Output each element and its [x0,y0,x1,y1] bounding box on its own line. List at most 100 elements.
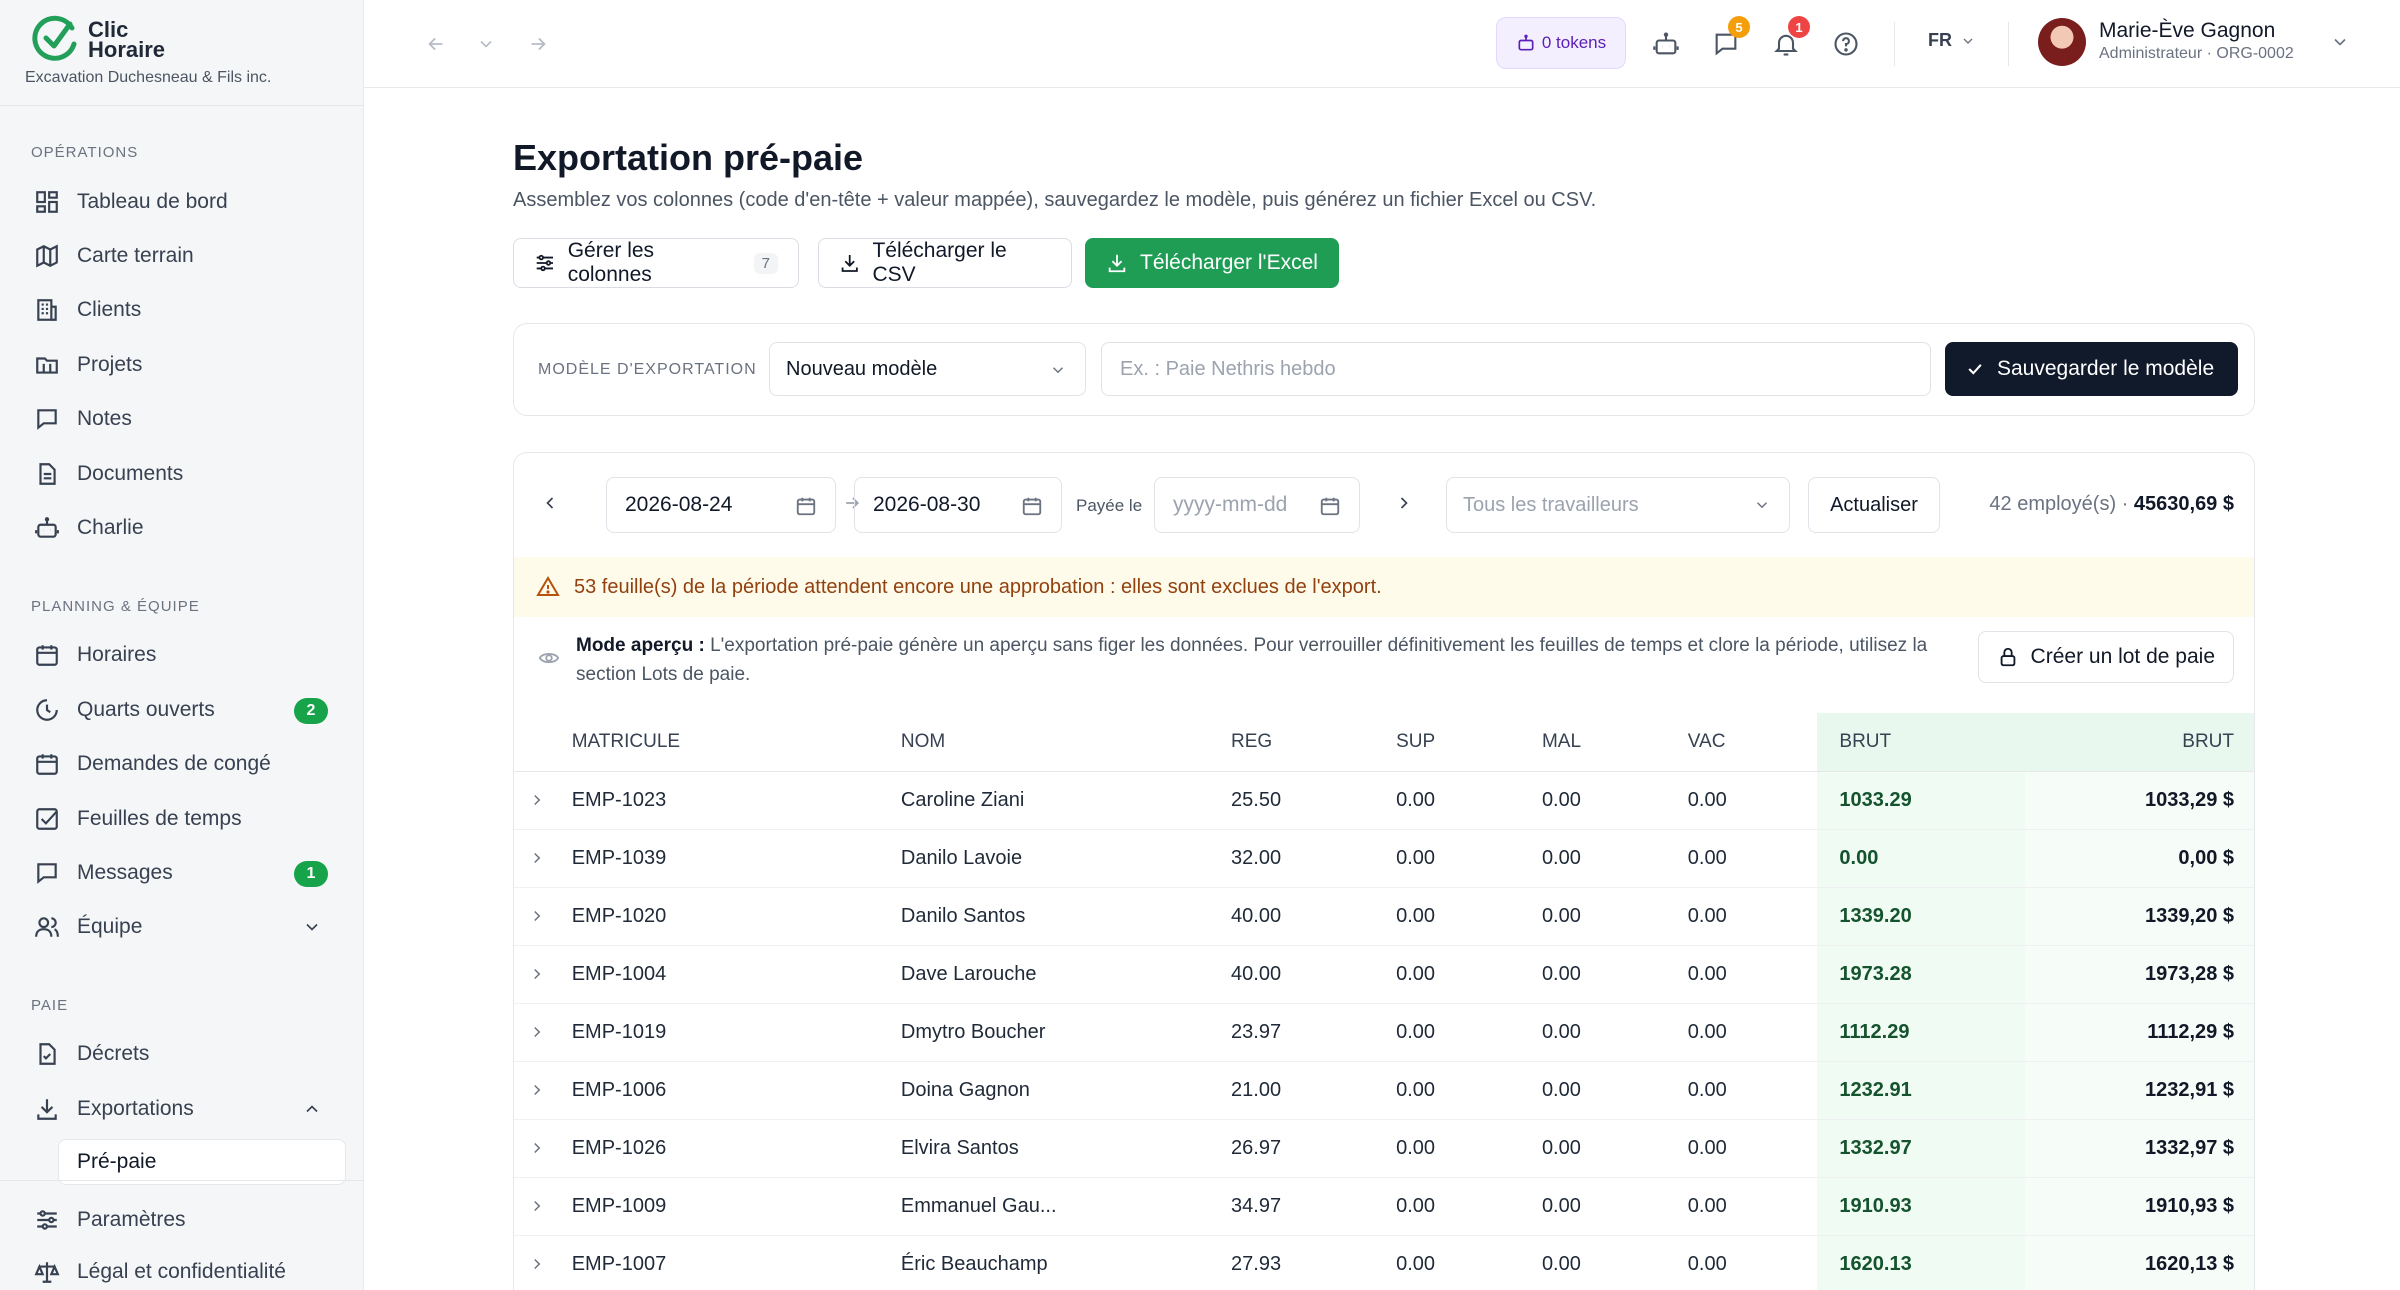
sidebar-item-charlie[interactable]: Charlie [24,505,340,551]
expand-row-button[interactable] [514,945,572,1004]
create-pay-batch-label: Créer un lot de paie [2030,645,2215,668]
calendar-icon [796,497,816,516]
sidebar-item-open-shifts[interactable]: Quarts ouverts 2 [24,687,340,733]
message-icon [32,858,62,888]
table-row[interactable]: EMP-1004 Dave Larouche 40.00 0.00 0.00 0.00 19… [514,945,2254,1004]
end-date-input[interactable]: 2026-08-30 [854,477,1062,533]
sidebar-item-settings[interactable]: Paramètres [24,1197,340,1243]
avatar[interactable] [2038,18,2086,66]
chevron-right-icon [534,1200,541,1212]
sidebar-item-legal[interactable]: Légal et confidentialité [24,1249,340,1290]
download-csv-button[interactable]: Télécharger le CSV [818,238,1072,288]
sidebar-item-notes[interactable]: Notes [24,396,340,442]
header-mal[interactable]: MAL [1541,713,1688,772]
expand-row-button[interactable] [514,887,572,946]
sidebar-item-map[interactable]: Carte terrain [24,233,340,279]
download-excel-button[interactable]: Télécharger l'Excel [1085,238,1339,288]
sidebar-item-team[interactable]: Équipe [24,904,340,950]
dashboard-icon [32,187,62,217]
paid-date-input[interactable]: yyyy-mm-dd [1154,477,1360,533]
notifications-button[interactable]: 1 [1766,16,1810,64]
header-vac[interactable]: VAC [1687,713,1818,772]
header-brut-total[interactable]: BRUT [2025,713,2254,772]
help-button[interactable] [1826,24,1866,64]
header-sup[interactable]: SUP [1396,713,1542,772]
chevron-right-icon [534,968,541,980]
next-period-button[interactable] [1394,493,1414,513]
sidebar-item-messages[interactable]: Messages 1 [24,850,340,896]
note-icon [32,404,62,434]
expand-row-button[interactable] [514,1003,572,1062]
gross-amount-cell: 1332,97 $ [2025,1119,2254,1178]
table-row[interactable]: EMP-1007 Éric Beauchamp 27.93 0.00 0.00 0.00 1… [514,1235,2254,1290]
back-button[interactable] [416,24,456,64]
assistant-button[interactable] [1646,24,1686,64]
template-select[interactable]: Nouveau modèle [769,342,1086,396]
topbar: 0 tokens 5 1 FR Marie-Ève Gagnon Adminis… [364,0,2400,88]
header-brut[interactable]: BRUT [1817,713,2025,772]
table-row[interactable]: EMP-1020 Danilo Santos 40.00 0.00 0.00 0.00 13… [514,887,2254,946]
employee-count: 42 employé(s) [1989,493,2117,515]
header-reg[interactable]: REG [1231,713,1397,772]
download-icon [1108,254,1126,273]
vac-cell: 0.00 [1687,771,1818,830]
table-row[interactable]: EMP-1026 Elvira Santos 26.97 0.00 0.00 0.00 13… [514,1119,2254,1178]
sidebar-subitem-pre-paie[interactable]: Pré-paie [58,1139,346,1185]
mal-cell: 0.00 [1541,771,1688,830]
create-pay-batch-button[interactable]: Créer un lot de paie [1977,631,2234,683]
user-name[interactable]: Marie-Ève Gagnon [2099,19,2275,43]
sup-cell: 0.00 [1396,1003,1542,1062]
sidebar-item-leave-requests[interactable]: Demandes de congé [24,741,340,787]
table-row[interactable]: EMP-1023 Caroline Ziani 25.50 0.00 0.00 0.00 1… [514,771,2254,830]
tokens-button[interactable]: 0 tokens [1496,17,1626,69]
table-row[interactable]: EMP-1006 Doina Gagnon 21.00 0.00 0.00 0.00 123… [514,1061,2254,1120]
sidebar-item-schedules[interactable]: Horaires [24,632,340,678]
prev-period-button[interactable] [540,493,560,513]
expand-row-button[interactable] [514,1061,572,1120]
table-row[interactable]: EMP-1019 Dmytro Boucher 23.97 0.00 0.00 0.00 1… [514,1003,2254,1062]
mal-cell: 0.00 [1541,1119,1688,1178]
chevron-down-icon[interactable] [2330,32,2350,52]
approval-warning-text: 53 feuille(s) de la période attendent en… [574,575,1382,598]
sidebar-item-documents[interactable]: Documents [24,451,340,497]
forward-button[interactable] [518,24,558,64]
gross-total: 45630,69 $ [2133,493,2234,515]
expand-row-button[interactable] [514,1235,572,1290]
sidebar-item-dashboard[interactable]: Tableau de bord [24,179,340,225]
refresh-button[interactable]: Actualiser [1808,477,1940,533]
header-matricule[interactable]: MATRICULE [571,713,901,772]
header-nom[interactable]: NOM [900,713,1232,772]
table-row[interactable]: EMP-1009 Emmanuel Gau... 34.97 0.00 0.00 0.00… [514,1177,2254,1236]
manage-columns-button[interactable]: Gérer les colonnes 7 [513,238,799,288]
start-date-input[interactable]: 2026-08-24 [606,477,836,533]
workers-select[interactable]: Tous les travailleurs [1446,477,1790,533]
expand-row-button[interactable] [514,771,572,830]
vac-cell: 0.00 [1687,1061,1818,1120]
template-name-input[interactable]: Ex. : Paie Nethris hebdo [1101,342,1931,396]
expand-row-button[interactable] [514,1177,572,1236]
sidebar-item-decrees[interactable]: Décrets [24,1031,340,1077]
reg-cell: 32.00 [1231,829,1397,888]
sidebar-item-exports[interactable]: Exportations [24,1086,340,1132]
save-template-button[interactable]: Sauvegarder le modèle [1945,342,2238,396]
summary-separator: · [2116,493,2134,515]
chevron-right-icon [534,910,541,922]
sup-cell: 0.00 [1396,1061,1542,1120]
file-check-icon [32,1039,62,1069]
header-expand [514,713,572,772]
sidebar-item-projects[interactable]: Projets [24,342,340,388]
sidebar-item-clients[interactable]: Clients [24,287,340,333]
table-row[interactable]: EMP-1039 Danilo Lavoie 32.00 0.00 0.00 0.00 0.… [514,829,2254,888]
vac-cell: 0.00 [1687,945,1818,1004]
messages-button[interactable]: 5 [1706,16,1750,64]
sidebar-item-label: Légal et confidentialité [77,1260,286,1283]
expand-row-button[interactable] [514,1119,572,1178]
brand-name[interactable]: Clic Horaire [88,19,178,61]
history-dropdown-button[interactable] [466,24,506,64]
expand-row-button[interactable] [514,829,572,888]
sidebar-item-timesheets[interactable]: Feuilles de temps [24,796,340,842]
page-subtitle: Assemblez vos colonnes (code d'en-tête +… [513,189,1597,211]
language-selector[interactable]: FR [1928,30,1976,51]
sidebar-item-label: Projets [77,353,143,376]
chevron-right-icon [534,1026,541,1038]
